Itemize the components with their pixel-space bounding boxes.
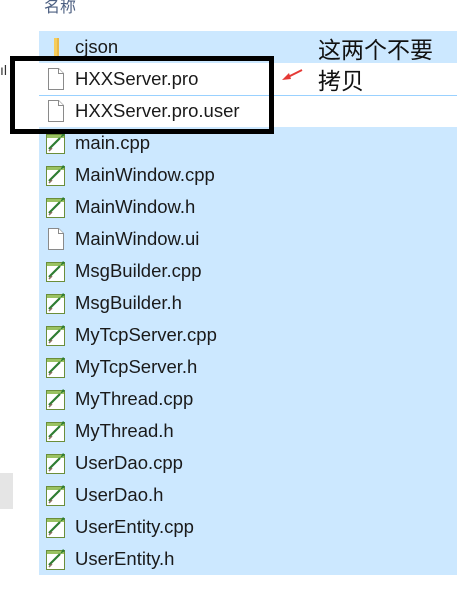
file-row[interactable]: UserDao.cpp xyxy=(39,447,457,479)
code-file-icon xyxy=(45,291,67,315)
code-file-icon xyxy=(45,451,67,475)
code-file-icon xyxy=(45,259,67,283)
code-file-icon xyxy=(45,515,67,539)
file-name: UserDao.cpp xyxy=(75,452,183,473)
code-file-icon xyxy=(45,483,67,507)
file-row[interactable]: UserEntity.cpp xyxy=(39,511,457,543)
annotation-note: 这两个不要 拷贝 xyxy=(318,36,433,98)
file-row[interactable]: MyTcpServer.cpp xyxy=(39,319,457,351)
blank-file-icon xyxy=(45,227,67,251)
code-file-icon xyxy=(45,163,67,187)
annotation-line-2: 拷贝 xyxy=(318,69,364,95)
file-row[interactable]: MyThread.cpp xyxy=(39,383,457,415)
arrow-icon xyxy=(282,69,303,80)
file-name: MyTcpServer.cpp xyxy=(75,324,217,345)
file-row[interactable]: MyTcpServer.h xyxy=(39,351,457,383)
file-name: UserEntity.h xyxy=(75,548,175,569)
code-file-icon xyxy=(45,547,67,571)
code-file-icon xyxy=(45,195,67,219)
file-name: MsgBuilder.cpp xyxy=(75,260,202,281)
file-name: MainWindow.cpp xyxy=(75,164,215,185)
file-name: MainWindow.ui xyxy=(75,228,200,249)
file-name: MsgBuilder.h xyxy=(75,292,182,313)
file-name: UserEntity.cpp xyxy=(75,516,194,537)
file-name: MyThread.h xyxy=(75,420,174,441)
file-row[interactable]: MyThread.h xyxy=(39,415,457,447)
nav-pane-edge-mark: ıl xyxy=(0,62,7,78)
code-file-icon xyxy=(45,419,67,443)
file-row[interactable]: UserDao.h xyxy=(39,479,457,511)
name-column-header[interactable]: 名称 xyxy=(44,0,76,17)
file-row[interactable]: MainWindow.cpp xyxy=(39,159,457,191)
highlight-box xyxy=(10,56,274,134)
code-file-icon xyxy=(45,355,67,379)
file-name: MainWindow.h xyxy=(75,196,196,217)
file-name: UserDao.h xyxy=(75,484,164,505)
file-name: MyTcpServer.h xyxy=(75,356,198,377)
file-name: MyThread.cpp xyxy=(75,388,194,409)
file-row[interactable]: UserEntity.h xyxy=(39,543,457,575)
file-row[interactable]: MainWindow.ui xyxy=(39,223,457,255)
annotation-line-1: 这两个不要 xyxy=(318,38,433,64)
file-row[interactable]: MsgBuilder.h xyxy=(39,287,457,319)
file-row[interactable]: MsgBuilder.cpp xyxy=(39,255,457,287)
nav-pane-scroll-strip[interactable] xyxy=(0,473,13,509)
code-file-icon xyxy=(45,387,67,411)
code-file-icon xyxy=(45,323,67,347)
file-row[interactable]: MainWindow.h xyxy=(39,191,457,223)
code-file-icon xyxy=(45,131,67,155)
